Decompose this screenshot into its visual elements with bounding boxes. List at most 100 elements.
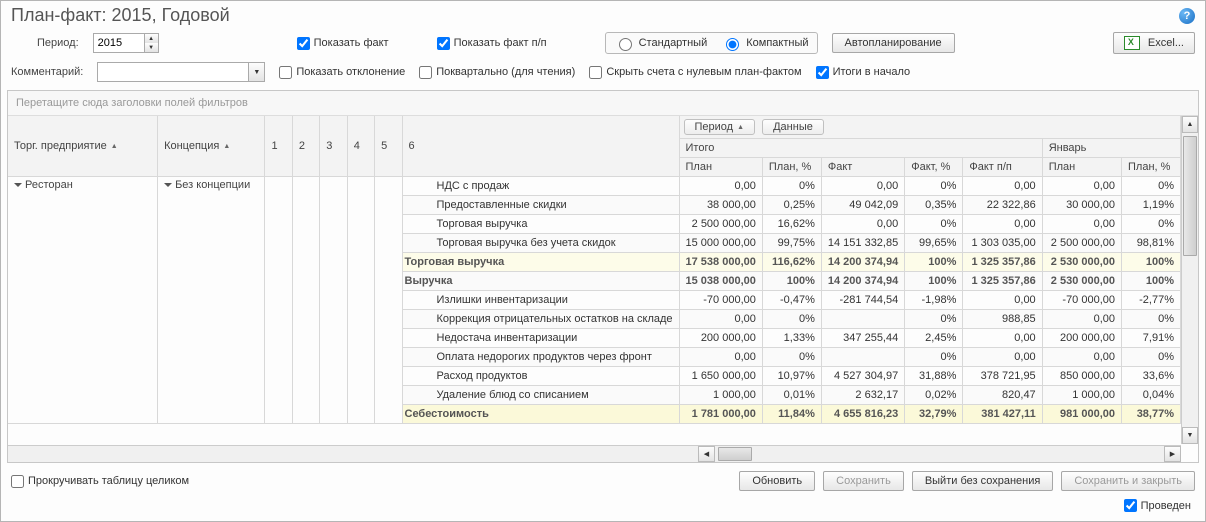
cell[interactable] bbox=[821, 310, 904, 329]
cell[interactable]: 100% bbox=[905, 253, 963, 272]
cell[interactable]: 820,47 bbox=[963, 386, 1042, 405]
cell[interactable]: 0% bbox=[1122, 310, 1181, 329]
cell[interactable]: 0% bbox=[1122, 215, 1181, 234]
cell[interactable]: 22 322,86 bbox=[963, 196, 1042, 215]
cell[interactable]: Без концепции bbox=[158, 177, 265, 424]
period-input[interactable] bbox=[94, 34, 144, 52]
cell[interactable]: 14 200 374,94 bbox=[821, 272, 904, 291]
data-header-button[interactable]: Данные bbox=[762, 119, 824, 135]
cell[interactable]: 0,00 bbox=[963, 177, 1042, 196]
cell[interactable]: 10,97% bbox=[762, 367, 821, 386]
refresh-button[interactable]: Обновить bbox=[739, 471, 815, 491]
col-2[interactable]: 2 bbox=[292, 116, 319, 177]
cell[interactable]: 100% bbox=[905, 272, 963, 291]
cell[interactable]: 1 781 000,00 bbox=[679, 405, 762, 424]
cell[interactable]: Удаление блюд со списанием bbox=[402, 386, 679, 405]
cell[interactable]: 31,88% bbox=[905, 367, 963, 386]
cell[interactable]: -281 744,54 bbox=[821, 291, 904, 310]
save-button[interactable]: Сохранить bbox=[823, 471, 904, 491]
save-close-button[interactable]: Сохранить и закрыть bbox=[1061, 471, 1195, 491]
period-down-icon[interactable]: ▼ bbox=[145, 43, 158, 52]
cell[interactable]: Торговая выручка bbox=[402, 215, 679, 234]
cell[interactable]: 0,25% bbox=[762, 196, 821, 215]
col-jan-plan[interactable]: План bbox=[1042, 158, 1121, 177]
done-checkbox[interactable]: Проведен bbox=[1124, 499, 1191, 512]
cell[interactable]: 15 000 000,00 bbox=[679, 234, 762, 253]
cell[interactable]: 0,00 bbox=[963, 348, 1042, 367]
cell[interactable]: 0,35% bbox=[905, 196, 963, 215]
cell[interactable]: Расход продуктов bbox=[402, 367, 679, 386]
expand-icon[interactable] bbox=[164, 183, 172, 187]
cell[interactable]: 14 151 332,85 bbox=[821, 234, 904, 253]
cell[interactable]: Торговая выручка без учета скидок bbox=[402, 234, 679, 253]
cell[interactable] bbox=[821, 348, 904, 367]
col-plan[interactable]: План bbox=[679, 158, 762, 177]
cell[interactable]: 2 500 000,00 bbox=[1042, 234, 1121, 253]
col-enterprise[interactable]: Торг. предприятие▲ bbox=[8, 116, 158, 177]
hide-zero-checkbox[interactable]: Скрыть счета с нулевым план-фактом bbox=[589, 66, 801, 79]
help-icon[interactable]: ? bbox=[1179, 8, 1195, 24]
cell[interactable] bbox=[320, 177, 347, 424]
col-6[interactable]: 6 bbox=[402, 116, 679, 177]
compact-radio[interactable]: Компактный bbox=[721, 35, 808, 51]
table-row[interactable]: РесторанБез концепцииНДС с продаж0,000%0… bbox=[8, 177, 1181, 196]
cell[interactable]: 981 000,00 bbox=[1042, 405, 1121, 424]
cell[interactable]: 99,75% bbox=[762, 234, 821, 253]
cell[interactable]: -2,77% bbox=[1122, 291, 1181, 310]
cell[interactable]: 0% bbox=[1122, 348, 1181, 367]
filter-drop-area[interactable]: Перетащите сюда заголовки полей фильтров bbox=[8, 91, 1198, 116]
cell[interactable]: 2 632,17 bbox=[821, 386, 904, 405]
cell[interactable]: -70 000,00 bbox=[1042, 291, 1121, 310]
cell[interactable]: 100% bbox=[1122, 272, 1181, 291]
cell[interactable]: Себестоимость bbox=[402, 405, 679, 424]
cell[interactable]: 0,00 bbox=[1042, 348, 1121, 367]
cell[interactable]: 1 325 357,86 bbox=[963, 272, 1042, 291]
cell[interactable]: -70 000,00 bbox=[679, 291, 762, 310]
cell[interactable]: 0,00 bbox=[679, 348, 762, 367]
scroll-left-icon[interactable]: ◀ bbox=[698, 446, 715, 462]
period-header-button[interactable]: Период ▲ bbox=[684, 119, 756, 135]
cell[interactable]: Недостача инвентаризации bbox=[402, 329, 679, 348]
cell[interactable]: Коррекция отрицательных остатков на скла… bbox=[402, 310, 679, 329]
cell[interactable]: 100% bbox=[1122, 253, 1181, 272]
col-3[interactable]: 3 bbox=[320, 116, 347, 177]
cell[interactable]: 16,62% bbox=[762, 215, 821, 234]
cell[interactable]: 15 038 000,00 bbox=[679, 272, 762, 291]
cell[interactable]: 2 530 000,00 bbox=[1042, 272, 1121, 291]
show-deviation-checkbox[interactable]: Показать отклонение bbox=[279, 66, 405, 79]
autoplan-button[interactable]: Автопланирование bbox=[832, 33, 955, 53]
cell[interactable]: 347 255,44 bbox=[821, 329, 904, 348]
cell[interactable]: 0% bbox=[1122, 177, 1181, 196]
cell[interactable] bbox=[375, 177, 402, 424]
scroll-down-icon[interactable]: ▼ bbox=[1182, 427, 1198, 444]
cell[interactable]: 200 000,00 bbox=[1042, 329, 1121, 348]
cell[interactable]: 378 721,95 bbox=[963, 367, 1042, 386]
scroll-thumb-h[interactable] bbox=[718, 447, 752, 461]
cell[interactable]: 38 000,00 bbox=[679, 196, 762, 215]
excel-button[interactable]: Excel... bbox=[1113, 32, 1195, 54]
cell[interactable]: 1 303 035,00 bbox=[963, 234, 1042, 253]
cell[interactable]: -0,47% bbox=[762, 291, 821, 310]
standard-radio[interactable]: Стандартный bbox=[614, 35, 708, 51]
cell[interactable]: 0,00 bbox=[679, 310, 762, 329]
cell[interactable]: 2,45% bbox=[905, 329, 963, 348]
scroll-up-icon[interactable]: ▲ bbox=[1182, 116, 1198, 133]
cell[interactable]: 0,00 bbox=[963, 215, 1042, 234]
cell[interactable] bbox=[347, 177, 374, 424]
cell[interactable]: 0,00 bbox=[963, 329, 1042, 348]
cell[interactable]: 7,91% bbox=[1122, 329, 1181, 348]
cell[interactable]: 0% bbox=[905, 177, 963, 196]
totals-first-checkbox[interactable]: Итоги в начало bbox=[816, 66, 911, 79]
cell[interactable]: 0% bbox=[905, 348, 963, 367]
scroll-whole-checkbox[interactable]: Прокручивать таблицу целиком bbox=[11, 475, 189, 488]
cell[interactable]: 1 650 000,00 bbox=[679, 367, 762, 386]
cell[interactable]: 0,00 bbox=[821, 215, 904, 234]
quarterly-checkbox[interactable]: Поквартально (для чтения) bbox=[419, 66, 575, 79]
cell[interactable]: 0% bbox=[762, 177, 821, 196]
cell[interactable]: -1,98% bbox=[905, 291, 963, 310]
cell[interactable]: 99,65% bbox=[905, 234, 963, 253]
col-fact[interactable]: Факт bbox=[821, 158, 904, 177]
cell[interactable]: 32,79% bbox=[905, 405, 963, 424]
cell[interactable]: 0,00 bbox=[1042, 215, 1121, 234]
cell[interactable]: 30 000,00 bbox=[1042, 196, 1121, 215]
